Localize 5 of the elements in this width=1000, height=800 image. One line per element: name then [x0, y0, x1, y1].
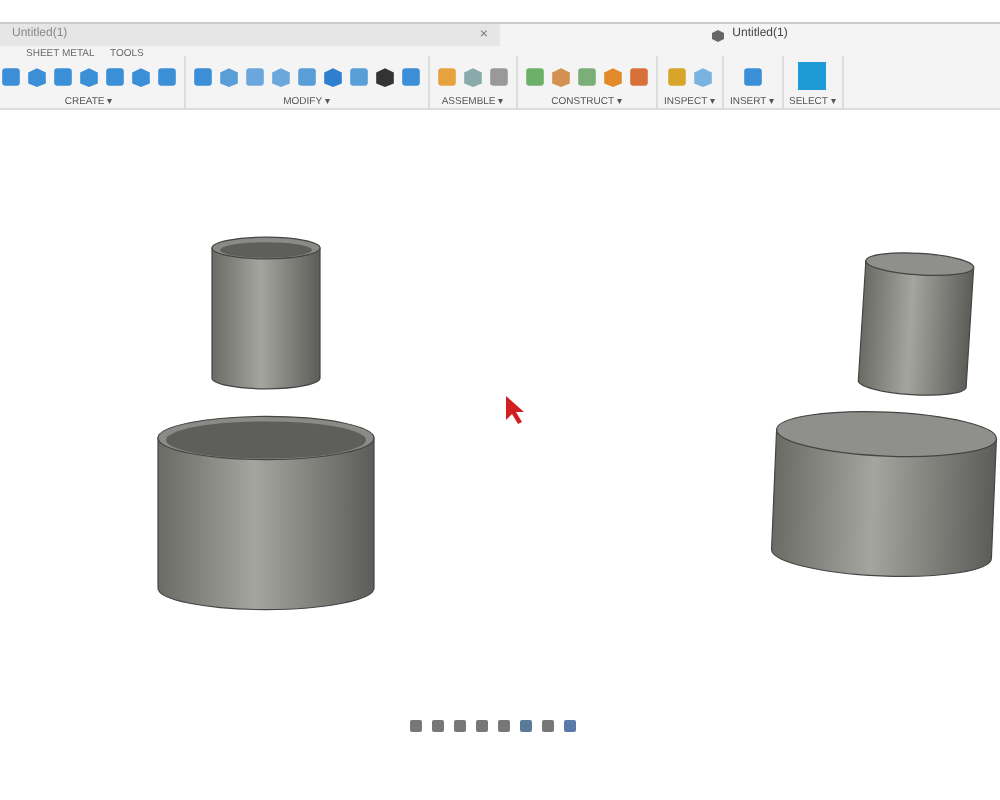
cursor-icon	[506, 396, 524, 424]
cube-icon	[712, 29, 725, 41]
cylinder	[857, 252, 975, 396]
select-icon[interactable]	[798, 62, 827, 90]
tool-icon[interactable]	[374, 65, 396, 87]
